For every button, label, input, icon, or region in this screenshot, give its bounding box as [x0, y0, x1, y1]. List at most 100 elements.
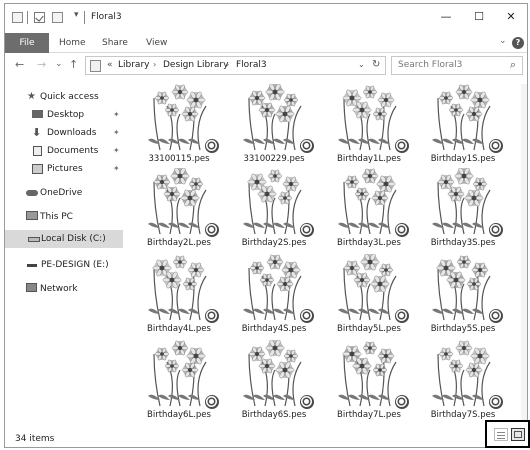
ribbon: File Home Share View ⌄ ?	[5, 33, 527, 53]
file-item[interactable]: Birthday1L.pes	[324, 84, 414, 168]
file-name: Birthday3S.pes	[430, 238, 496, 248]
file-item[interactable]: Birthday6L.pes	[134, 340, 224, 424]
file-item[interactable]: Birthday6S.pes	[229, 340, 319, 424]
refresh-icon[interactable]: ↻	[372, 59, 380, 70]
help-icon[interactable]: ?	[512, 37, 524, 49]
pe-design-file-icon	[394, 308, 410, 324]
breadcrumb-separator-icon[interactable]: ›	[226, 60, 229, 69]
search-input[interactable]: Search Floral3	[398, 60, 462, 70]
sidebar-item-quick-access[interactable]: ★ Quick access	[5, 88, 123, 106]
sidebar-item-onedrive[interactable]: OneDrive	[5, 184, 123, 202]
tab-home[interactable]: Home	[59, 33, 86, 53]
forward-arrow-icon[interactable]: →	[37, 58, 46, 71]
address-bar[interactable]: « Library › Design Library › Floral3 ⌄ ↻	[85, 56, 386, 75]
pe-design-file-icon	[204, 394, 220, 410]
breadcrumb-floral3[interactable]: Floral3	[236, 60, 267, 70]
tab-view[interactable]: View	[146, 33, 167, 53]
close-button[interactable]: ✕	[496, 8, 526, 26]
pin-icon[interactable]: ✦	[113, 106, 120, 124]
pe-design-file-icon	[299, 222, 315, 238]
file-item[interactable]: Birthday3S.pes	[418, 168, 508, 252]
pe-design-file-icon	[488, 222, 504, 238]
vertical-scrollbar[interactable]	[521, 84, 527, 429]
file-item[interactable]: Birthday1S.pes	[418, 84, 508, 168]
file-item[interactable]: Birthday2S.pes	[229, 168, 319, 252]
pin-icon[interactable]: ✦	[113, 142, 120, 160]
recent-locations-chevron-icon[interactable]: ⌄	[55, 59, 63, 69]
file-grid: 33100115.pes 33100229.pes Birthday1L.pes Bi…	[126, 84, 521, 429]
sidebar-item-network[interactable]: Network	[5, 280, 123, 298]
file-name: Birthday7L.pes	[337, 410, 401, 420]
file-item[interactable]: Birthday5L.pes	[324, 254, 414, 338]
pe-design-file-icon	[488, 394, 504, 410]
pe-design-file-icon	[299, 308, 315, 324]
tab-file[interactable]: File	[5, 33, 49, 53]
file-name: Birthday6S.pes	[241, 410, 307, 420]
file-name: 33100229.pes	[243, 154, 305, 164]
file-name: Birthday4L.pes	[147, 324, 211, 334]
file-name: Birthday4S.pes	[241, 324, 307, 334]
sidebar-item-label: Pictures	[47, 164, 83, 174]
new-folder-icon[interactable]	[52, 12, 63, 23]
sidebar-item-documents[interactable]: Documents ✦	[5, 142, 123, 160]
breadcrumb-separator-icon[interactable]: ›	[153, 60, 156, 69]
tab-share[interactable]: Share	[102, 33, 128, 53]
item-count: 34 items	[15, 434, 55, 444]
customize-toolbar-chevron-icon[interactable]: ▾	[74, 10, 79, 20]
sidebar-item-downloads[interactable]: ⬇ Downloads ✦	[5, 124, 123, 142]
file-item[interactable]: 33100115.pes	[134, 84, 224, 168]
sidebar-item-this-pc[interactable]: This PC	[5, 208, 123, 226]
pin-icon[interactable]: ✦	[113, 160, 120, 178]
file-name: Birthday6L.pes	[147, 410, 211, 420]
minimize-button[interactable]: —	[431, 8, 461, 26]
pe-design-file-icon	[394, 138, 410, 154]
sidebar-item-label: Desktop	[47, 110, 85, 120]
file-name: Birthday3L.pes	[337, 238, 401, 248]
up-arrow-icon[interactable]: ↑	[69, 58, 78, 71]
usb-drive-icon	[27, 264, 37, 267]
back-arrow-icon[interactable]: ←	[15, 58, 24, 71]
sidebar-item-pe-design[interactable]: PE-DESIGN (E:)	[5, 256, 123, 274]
address-dropdown-icon[interactable]: ⌄	[358, 60, 365, 69]
pe-design-file-icon	[299, 394, 315, 410]
breadcrumb-design-library[interactable]: Design Library	[163, 60, 228, 70]
pictures-icon	[32, 164, 43, 174]
sidebar-item-label: Documents	[47, 146, 99, 156]
navigation-bar: ← → ⌄ ↑ « Library › Design Library › Flo…	[5, 54, 527, 78]
file-name: Birthday2S.pes	[241, 238, 307, 248]
file-item[interactable]: Birthday4S.pes	[229, 254, 319, 338]
toolbar-divider	[84, 11, 85, 24]
download-icon: ⬇	[32, 126, 42, 139]
file-item[interactable]: Birthday2L.pes	[134, 168, 224, 252]
sidebar-item-local-disk[interactable]: Local Disk (C:)	[5, 230, 123, 248]
sidebar-item-pictures[interactable]: Pictures ✦	[5, 160, 123, 178]
title-bar: ▾ Floral3 — ☐ ✕	[5, 4, 527, 30]
properties-icon[interactable]	[12, 12, 23, 23]
pe-design-file-icon	[204, 138, 220, 154]
file-item[interactable]: Birthday3L.pes	[324, 168, 414, 252]
navigation-pane: ★ Quick access Desktop ✦ ⬇ Downloads ✦ D…	[5, 84, 125, 429]
maximize-button[interactable]: ☐	[464, 8, 494, 26]
file-item[interactable]: 33100229.pes	[229, 84, 319, 168]
checkmark-icon[interactable]	[34, 12, 45, 23]
file-item[interactable]: Birthday4L.pes	[134, 254, 224, 338]
pin-icon[interactable]: ✦	[113, 124, 120, 142]
sidebar-item-desktop[interactable]: Desktop ✦	[5, 106, 123, 124]
sidebar-item-label: Quick access	[40, 92, 99, 102]
computer-icon	[26, 211, 38, 220]
overflow-chevron-icon[interactable]: «	[107, 60, 113, 70]
file-item[interactable]: Birthday7L.pes	[324, 340, 414, 424]
details-view-icon[interactable]	[494, 428, 508, 441]
large-icons-view-icon[interactable]	[511, 428, 525, 441]
file-item[interactable]: Birthday5S.pes	[418, 254, 508, 338]
sidebar-item-label: PE-DESIGN (E:)	[41, 260, 109, 270]
toolbar-divider	[27, 11, 28, 24]
pe-design-file-icon	[394, 394, 410, 410]
file-item[interactable]: Birthday7S.pes	[418, 340, 508, 424]
expand-ribbon-chevron-icon[interactable]: ⌄	[499, 36, 507, 46]
search-box[interactable]: Search Floral3 ⌕	[391, 56, 523, 75]
file-name: Birthday1S.pes	[430, 154, 496, 164]
search-icon[interactable]: ⌕	[510, 58, 516, 72]
file-name: Birthday5L.pes	[337, 324, 401, 334]
breadcrumb-library[interactable]: Library	[118, 60, 149, 70]
